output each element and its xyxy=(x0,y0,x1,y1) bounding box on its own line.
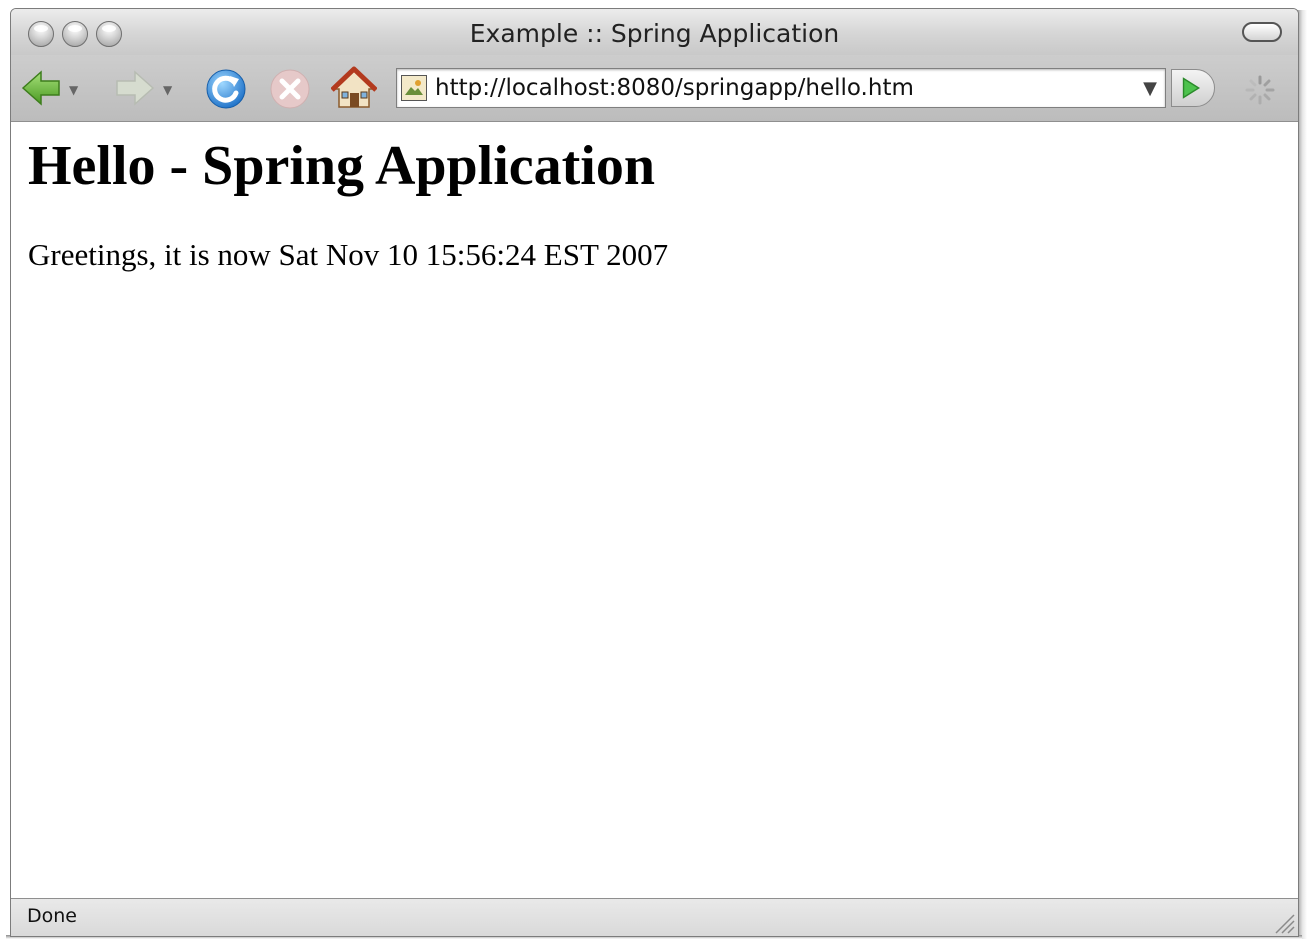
url-history-dropdown-icon[interactable]: ▼ xyxy=(1143,78,1157,99)
back-button[interactable] xyxy=(19,65,65,111)
page-content: Hello - Spring Application Greetings, it… xyxy=(11,122,1298,898)
stop-button[interactable] xyxy=(267,65,313,111)
greeting-text: Greetings, it is now Sat Nov 10 15:56:24… xyxy=(28,237,669,272)
forward-button[interactable] xyxy=(111,65,157,111)
reload-icon xyxy=(206,69,246,109)
page-heading: Hello - Spring Application xyxy=(28,135,655,197)
back-arrow-icon xyxy=(21,70,60,106)
stop-icon xyxy=(270,69,310,109)
title-bar: Example :: Spring Application xyxy=(11,9,1298,55)
forward-history-dropdown[interactable]: ▼ xyxy=(163,83,172,97)
loading-throbber-icon xyxy=(1245,75,1275,105)
home-button[interactable] xyxy=(331,65,377,111)
window-title: Example :: Spring Application xyxy=(469,19,840,48)
site-favicon xyxy=(401,75,427,101)
toolbar-toggle-button[interactable] xyxy=(1242,22,1282,42)
status-bar: Done xyxy=(11,898,1298,936)
go-arrow-icon xyxy=(1182,77,1201,99)
home-icon xyxy=(331,66,377,108)
status-text: Done xyxy=(27,905,77,927)
navigation-toolbar: ▼ ▼ http://localhost:8080/springapp/hell… xyxy=(11,55,1298,122)
browser-window: Example :: Spring Application ▼ ▼ http:/… xyxy=(10,8,1299,937)
forward-arrow-icon xyxy=(116,70,155,106)
address-bar[interactable]: ▼ xyxy=(396,68,1166,108)
back-history-dropdown[interactable]: ▼ xyxy=(69,83,78,97)
url-input[interactable] xyxy=(435,73,1125,103)
resize-grip[interactable] xyxy=(1270,909,1296,935)
go-button[interactable] xyxy=(1171,69,1215,107)
reload-button[interactable] xyxy=(203,65,249,111)
